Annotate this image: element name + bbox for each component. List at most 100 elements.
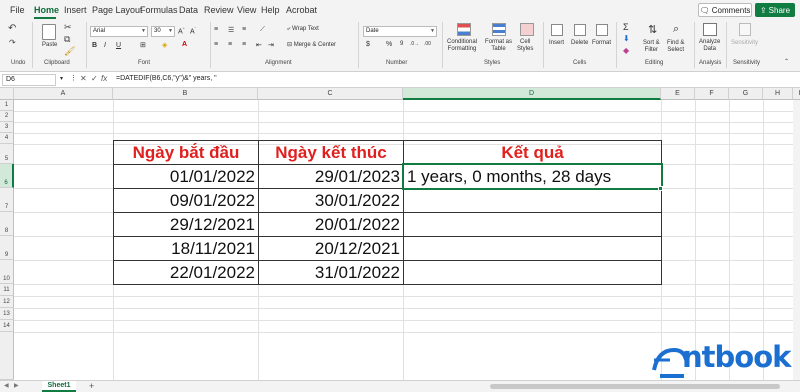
- row-header[interactable]: 10: [0, 260, 14, 284]
- row-header[interactable]: 2: [0, 111, 14, 122]
- table-header-end-date[interactable]: Ngày kết thúc: [258, 140, 404, 165]
- format-cells-icon[interactable]: [596, 24, 608, 36]
- table-cell-start[interactable]: 01/01/2022: [113, 164, 259, 189]
- table-cell-end[interactable]: 20/12/2021: [258, 236, 404, 261]
- collapse-ribbon-icon[interactable]: ⌃: [784, 58, 789, 65]
- formula-input[interactable]: =DATEDIF(B6,C6,"y")&" years, ": [116, 75, 217, 82]
- column-header[interactable]: G: [729, 88, 763, 100]
- undo-icon[interactable]: ↶: [8, 24, 16, 34]
- align-top-icon[interactable]: ≡: [214, 26, 218, 33]
- tab-data[interactable]: Data: [179, 5, 198, 15]
- chevron-down-icon[interactable]: ▾: [60, 75, 63, 82]
- column-header[interactable]: F: [695, 88, 729, 100]
- table-cell-end[interactable]: 30/01/2022: [258, 188, 404, 213]
- redo-icon[interactable]: ↷: [9, 38, 16, 48]
- column-header[interactable]: C: [258, 88, 403, 100]
- column-header[interactable]: I: [793, 88, 800, 100]
- format-painter-icon[interactable]: 🖌: [64, 46, 75, 56]
- insert-cells-label[interactable]: Insert: [549, 40, 564, 47]
- find-select-label[interactable]: Find & Select: [667, 40, 684, 54]
- sensitivity-button[interactable]: Sensitivity: [731, 40, 758, 47]
- horizontal-scrollbar[interactable]: [490, 384, 780, 389]
- comments-button[interactable]: 🗨 Comments: [698, 3, 752, 17]
- autosum-icon[interactable]: Σ: [623, 22, 629, 32]
- enter-icon[interactable]: ✓: [91, 74, 98, 83]
- row-header[interactable]: 12: [0, 296, 14, 308]
- insert-cells-icon[interactable]: [551, 24, 563, 36]
- table-cell-result[interactable]: [403, 260, 662, 285]
- select-all-corner[interactable]: [0, 88, 14, 100]
- column-header[interactable]: E: [661, 88, 695, 100]
- cell-styles-label[interactable]: Cell Styles: [517, 39, 533, 53]
- orientation-icon[interactable]: ⟋: [260, 26, 265, 34]
- indent-icon[interactable]: ⇤: [256, 41, 262, 49]
- delete-cells-icon[interactable]: [574, 24, 586, 36]
- prev-sheet-icon[interactable]: ◀: [4, 382, 9, 389]
- row-header[interactable]: 8: [0, 212, 14, 236]
- column-header[interactable]: B: [113, 88, 258, 100]
- currency-icon[interactable]: $: [366, 41, 370, 48]
- outdent-icon[interactable]: ⇥: [268, 41, 274, 49]
- table-cell-start[interactable]: 09/01/2022: [113, 188, 259, 213]
- number-format-select[interactable]: Date ▼: [363, 26, 437, 37]
- row-header[interactable]: 11: [0, 284, 14, 296]
- cancel-icon[interactable]: ✕: [80, 74, 87, 83]
- analyze-data-icon[interactable]: [703, 23, 717, 36]
- row-header[interactable]: 7: [0, 188, 14, 212]
- table-header-start-date[interactable]: Ngày bắt đầu: [113, 140, 259, 165]
- row-header-selected[interactable]: 6: [0, 164, 14, 188]
- table-cell-end[interactable]: 31/01/2022: [258, 260, 404, 285]
- insert-function-icon[interactable]: fx: [101, 74, 107, 83]
- align-bottom-icon[interactable]: ≡: [242, 26, 246, 33]
- tab-formulas[interactable]: Formulas: [140, 5, 178, 15]
- clear-icon[interactable]: ◆: [623, 46, 629, 55]
- fill-icon[interactable]: ⬇: [623, 34, 630, 43]
- sort-filter-label[interactable]: Sort & Filter: [643, 40, 660, 54]
- percent-icon[interactable]: %: [386, 41, 392, 48]
- column-header[interactable]: A: [14, 88, 113, 100]
- row-header[interactable]: 4: [0, 133, 14, 144]
- bold-icon[interactable]: B: [92, 42, 97, 49]
- comma-style-icon[interactable]: 9: [400, 41, 403, 47]
- next-sheet-icon[interactable]: ▶: [14, 382, 19, 389]
- merge-center-button[interactable]: ⊟ Merge & Center: [287, 41, 336, 48]
- share-button[interactable]: ⇪ Share: [755, 3, 795, 17]
- row-header[interactable]: 1: [0, 100, 14, 111]
- table-cell-end[interactable]: 20/01/2022: [258, 212, 404, 237]
- analyze-data-label[interactable]: Analyze Data: [699, 39, 720, 53]
- table-cell-end[interactable]: 29/01/2023: [258, 164, 404, 189]
- delete-cells-label[interactable]: Delete: [571, 40, 588, 47]
- underline-icon[interactable]: U: [116, 42, 121, 49]
- table-header-result[interactable]: Kết quả: [403, 140, 662, 165]
- tab-review[interactable]: Review: [204, 5, 234, 15]
- tab-insert[interactable]: Insert: [64, 5, 87, 15]
- tab-page-layout[interactable]: Page Layout: [92, 5, 143, 15]
- tab-file[interactable]: File: [10, 5, 25, 15]
- font-color-icon[interactable]: A: [182, 41, 187, 48]
- font-name-select[interactable]: Arial ▼: [90, 26, 148, 37]
- align-center-icon[interactable]: ≡: [228, 41, 232, 48]
- row-header[interactable]: 3: [0, 122, 14, 133]
- fill-handle[interactable]: [658, 186, 663, 191]
- align-left-icon[interactable]: ≡: [214, 41, 218, 48]
- decrease-decimal-icon[interactable]: .00: [424, 41, 431, 47]
- tab-home[interactable]: Home: [34, 5, 59, 15]
- decrease-font-icon[interactable]: Aˇ: [190, 26, 196, 35]
- table-cell-result[interactable]: [403, 236, 662, 261]
- wrap-text-button[interactable]: ⤶ Wrap Text: [287, 26, 319, 33]
- table-cell-start[interactable]: 29/12/2021: [113, 212, 259, 237]
- cell-styles-icon[interactable]: [520, 23, 534, 36]
- find-select-icon[interactable]: ⌕: [673, 23, 679, 36]
- increase-decimal-icon[interactable]: .0→: [410, 41, 419, 47]
- vertical-scrollbar[interactable]: [793, 100, 800, 380]
- tab-acrobat[interactable]: Acrobat: [286, 5, 317, 15]
- format-cells-label[interactable]: Format: [592, 40, 611, 47]
- sheet-tab-sheet1[interactable]: Sheet1: [42, 381, 76, 392]
- table-cell-result[interactable]: [403, 212, 662, 237]
- row-header[interactable]: 14: [0, 320, 14, 332]
- increase-font-icon[interactable]: A^: [178, 26, 185, 35]
- copy-icon[interactable]: ⧉: [64, 34, 70, 44]
- sensitivity-icon[interactable]: [739, 23, 751, 36]
- conditional-formatting-icon[interactable]: [457, 23, 471, 36]
- cut-icon[interactable]: ✂: [64, 22, 72, 32]
